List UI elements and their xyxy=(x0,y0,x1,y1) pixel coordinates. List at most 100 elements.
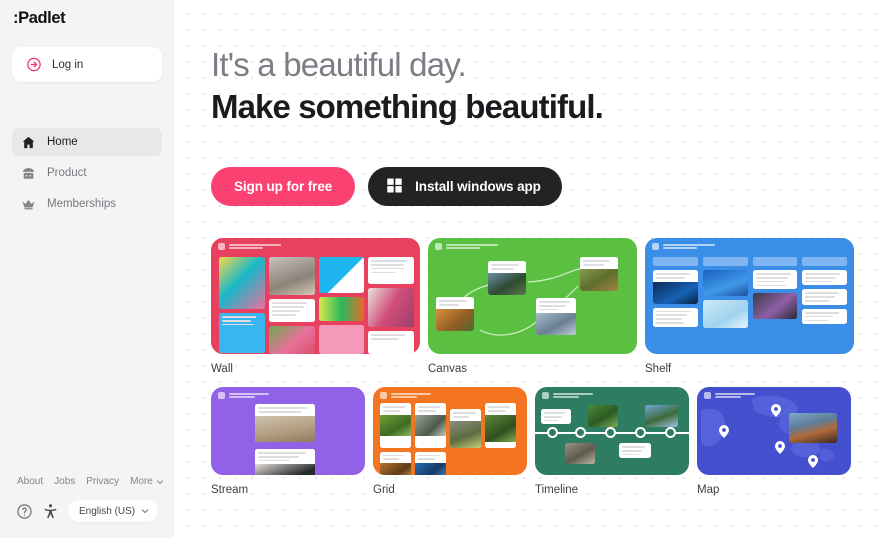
template-preview-timeline xyxy=(535,387,689,475)
avatar xyxy=(652,243,659,250)
timeline-node xyxy=(605,427,616,438)
sidebar-footer-bar: English (US) xyxy=(16,500,159,522)
template-preview-canvas xyxy=(428,238,637,354)
timeline-node xyxy=(665,427,676,438)
template-card-stream[interactable]: Stream xyxy=(211,387,365,496)
preview-tile xyxy=(268,257,315,296)
crown-icon xyxy=(20,196,36,212)
hero-heading-line2: Make something beautiful. xyxy=(211,87,604,125)
preview-post xyxy=(255,449,315,475)
main-content: It's a beautiful day. Make something bea… xyxy=(174,0,880,538)
preview-tile xyxy=(318,325,365,354)
home-icon xyxy=(20,134,36,150)
footer-link-about[interactable]: About xyxy=(17,476,43,487)
avatar xyxy=(218,392,225,399)
preview-tile xyxy=(380,403,411,448)
timeline-node xyxy=(575,427,586,438)
map-pin-icon xyxy=(775,441,785,454)
hero-heading: It's a beautiful day. Make something bea… xyxy=(211,46,604,127)
hero-heading-line1: It's a beautiful day. xyxy=(211,46,467,83)
timeline-node xyxy=(547,427,558,438)
template-card-wall-label: Wall xyxy=(211,363,233,375)
preview-node xyxy=(536,298,576,336)
avatar xyxy=(380,392,387,399)
page-root: :Padlet Log in Home Product Memberships … xyxy=(0,0,880,538)
sidebar: :Padlet Log in Home Product Memberships … xyxy=(0,0,174,538)
preview-header xyxy=(542,392,593,399)
template-card-grid-label: Grid xyxy=(373,484,395,496)
preview-column-header xyxy=(702,257,748,266)
template-card-stream-label: Stream xyxy=(211,484,249,496)
template-preview-grid xyxy=(373,387,527,475)
template-card-timeline-label: Timeline xyxy=(535,484,579,496)
preview-tile xyxy=(802,289,847,305)
preview-tile xyxy=(802,308,847,325)
preview-tile xyxy=(415,403,446,448)
preview-header xyxy=(218,392,269,399)
preview-tile xyxy=(450,409,481,448)
sidebar-item-memberships[interactable]: Memberships xyxy=(12,190,162,218)
map-pin-icon xyxy=(808,455,818,468)
template-card-wall[interactable]: Wall xyxy=(211,238,420,375)
template-card-canvas-label: Canvas xyxy=(428,363,467,375)
install-windows-app-label: Install windows app xyxy=(415,179,541,194)
template-card-grid[interactable]: Grid xyxy=(373,387,527,496)
preview-column-header xyxy=(802,257,847,266)
windows-logo-icon xyxy=(386,177,403,197)
language-selector[interactable]: English (US) xyxy=(68,500,159,522)
template-card-timeline[interactable]: Timeline xyxy=(535,387,689,496)
template-row-1: Wall Canvas Shelf xyxy=(211,238,854,375)
preview-post xyxy=(619,443,651,459)
preview-tile xyxy=(702,270,748,296)
preview-tile xyxy=(702,300,748,328)
preview-header xyxy=(380,392,431,399)
template-card-canvas[interactable]: Canvas xyxy=(428,238,637,375)
padlet-logo[interactable]: :Padlet xyxy=(13,9,66,28)
connector-lines xyxy=(457,267,585,336)
template-preview-wall xyxy=(211,238,420,354)
preview-tile xyxy=(380,451,411,475)
preview-node xyxy=(436,297,474,331)
accessibility-icon[interactable] xyxy=(42,503,59,520)
footer-link-more[interactable]: More xyxy=(130,476,164,487)
preview-tile xyxy=(318,297,365,322)
language-selector-value: English (US) xyxy=(79,505,136,517)
template-card-shelf[interactable]: Shelf xyxy=(645,238,854,375)
avatar xyxy=(542,392,549,399)
footer-link-jobs[interactable]: Jobs xyxy=(54,476,75,487)
sidebar-footer-links: About Jobs Privacy More xyxy=(17,476,164,487)
preview-tile xyxy=(368,257,414,284)
sidebar-item-product[interactable]: Product xyxy=(12,159,162,187)
chevron-down-icon xyxy=(156,479,163,484)
arrow-circle-right-icon xyxy=(26,57,42,73)
install-windows-app-button[interactable]: Install windows app xyxy=(368,167,562,206)
template-row-2: Stream Grid Timeline Map xyxy=(211,387,851,496)
sidebar-item-product-label: Product xyxy=(47,167,87,179)
preview-node xyxy=(488,261,526,295)
preview-tile xyxy=(565,443,595,464)
preview-post xyxy=(255,404,315,442)
preview-column-header xyxy=(752,257,798,266)
preview-tile xyxy=(653,307,698,327)
template-card-map[interactable]: Map xyxy=(697,387,851,496)
cta-row: Sign up for free Install windows app xyxy=(211,167,562,206)
preview-header xyxy=(218,243,281,250)
preview-header xyxy=(652,243,715,250)
preview-tile xyxy=(485,403,516,448)
preview-tile xyxy=(219,257,265,309)
sidebar-nav: Home Product Memberships xyxy=(12,128,162,221)
template-card-map-label: Map xyxy=(697,484,720,496)
signup-button[interactable]: Sign up for free xyxy=(211,167,356,206)
question-circle-icon[interactable] xyxy=(16,503,33,520)
sidebar-item-memberships-label: Memberships xyxy=(47,198,117,210)
sidebar-item-home[interactable]: Home xyxy=(12,128,162,156)
chevron-down-icon xyxy=(141,509,149,514)
preview-tile xyxy=(752,270,798,290)
preview-post xyxy=(541,409,571,425)
login-button[interactable]: Log in xyxy=(12,47,162,82)
preview-tile xyxy=(268,299,315,323)
footer-link-privacy[interactable]: Privacy xyxy=(86,476,119,487)
preview-tile xyxy=(268,326,315,354)
map-pin-icon xyxy=(719,425,729,438)
preview-tile xyxy=(368,287,414,328)
